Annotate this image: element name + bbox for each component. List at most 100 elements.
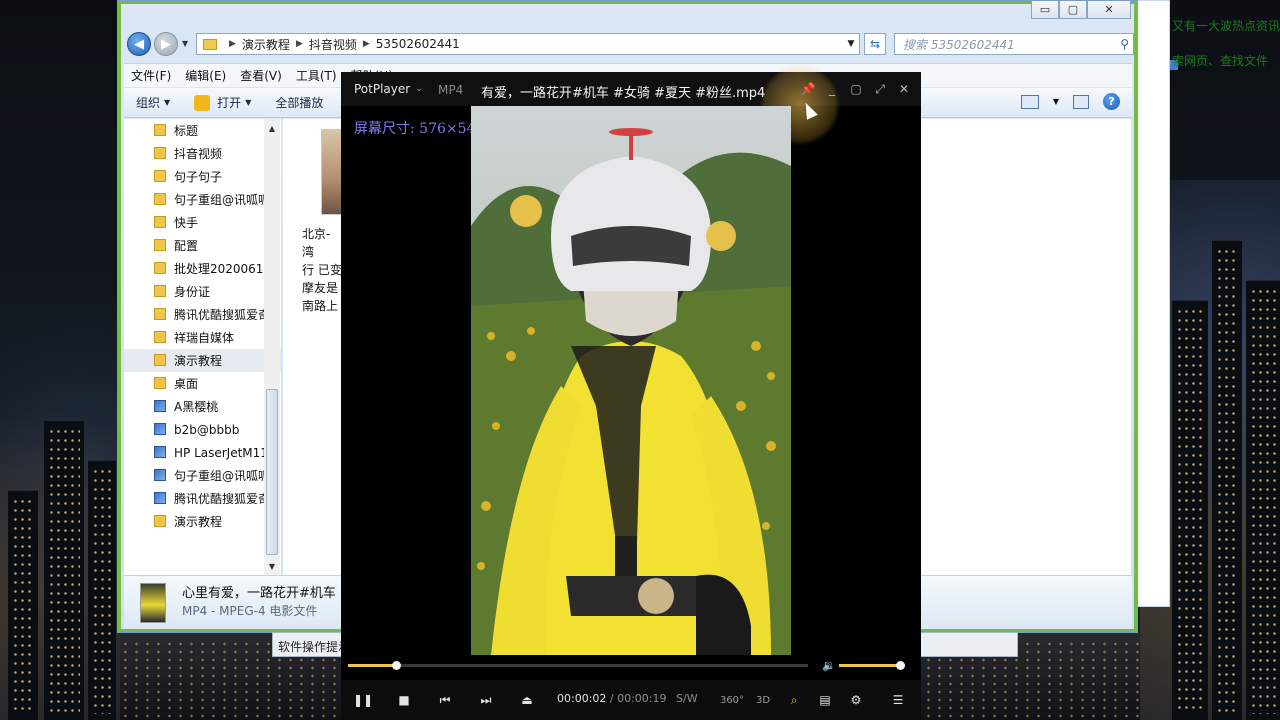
potplayer-window: PotPlayer ⌄ MP4 有爱，一路花开#机车 #女骑 #夏天 #粉丝.m… [341,64,921,720]
window-controls: ▭ ▢ ✕ [1031,1,1131,19]
scrollbar-thumb[interactable] [266,389,278,555]
scroll-down-icon[interactable]: ▼ [264,559,280,573]
maximize-icon[interactable]: ▢ [849,81,863,97]
sidebar-item-label: 桌面 [174,377,199,391]
vr-360-button[interactable]: 360° [720,690,744,710]
recent-pages-dropdown-icon[interactable]: ▼ [182,39,188,48]
sidebar-item[interactable]: 演示教程 [124,510,281,533]
sidebar-item[interactable]: 抖音视频 [124,142,281,165]
previous-button[interactable]: ⏮ [434,690,456,710]
sidebar-item[interactable]: 演示教程 [124,349,281,372]
minimize-button[interactable]: ▭ [1031,1,1059,19]
forward-button[interactable]: ▶ [154,32,178,56]
open-button[interactable]: 打开 ▼ [182,94,263,111]
news-banner-text[interactable]: 又有一大波热点资讯已 [1172,17,1280,34]
breadcrumb-item[interactable]: 演示教程 [242,36,290,53]
pause-button[interactable]: ❚❚ [352,690,374,710]
open-label: 打开 [217,96,242,110]
video-file-thumbnail[interactable] [321,129,343,215]
sw-decoder-badge[interactable]: S/W [676,692,698,705]
refresh-button[interactable]: ⇆ [864,33,886,55]
breadcrumb-separator-icon[interactable]: ▶ [296,39,303,49]
sidebar-item[interactable]: 祥瑞自媒体 [124,326,281,349]
sidebar-item-label: 演示教程 [174,354,223,368]
sidebar-item[interactable]: 句子句子 [124,165,281,188]
search-zoom-icon[interactable]: ⌕ [783,690,805,710]
sidebar-item[interactable]: 批处理20200613 [124,257,281,280]
sidebar-item[interactable]: 身份证 [124,280,281,303]
search-placeholder: 搜索 53502602441 [903,37,1015,52]
seek-handle[interactable] [392,661,402,670]
change-view-icon[interactable] [1020,94,1039,109]
file-name[interactable]: 北京-湾 行 已变 摩友是 南路上 [302,225,342,315]
sidebar-item[interactable]: 快手 [124,211,281,234]
sidebar-item[interactable]: b2b@bbbb [124,418,281,441]
organize-button[interactable]: 组织 ▼ [124,94,182,111]
settings-icon[interactable]: ⚙ [845,690,867,710]
sidebar-item[interactable]: 腾讯优酷搜狐爱奇 [124,303,281,326]
close-icon[interactable]: ✕ [897,81,911,97]
help-icon[interactable]: ? [1103,93,1120,110]
3d-button[interactable]: 3D [752,690,774,710]
volume-handle[interactable] [895,661,905,670]
file-name-line: 南路上 [302,299,339,313]
breadcrumb-separator-icon[interactable]: ▶ [229,39,236,49]
potplayer-menu-button[interactable]: PotPlayer ⌄ [354,82,423,96]
sidebar-item[interactable]: HP LaserJetM11 [124,441,281,464]
volume-icon[interactable]: 🔉 [822,659,836,672]
breadcrumb-separator-icon[interactable]: ▶ [363,39,370,49]
folder-icon [154,170,166,182]
eject-button[interactable]: ⏏ [516,690,538,710]
sidebar-item[interactable]: 桌面 [124,372,281,395]
search-web-link[interactable]: 索网页、查找文件 [1172,52,1268,69]
pin-icon[interactable]: 📌 [801,81,816,97]
shortcut-icon [154,423,166,435]
menu-file[interactable]: 文件(F) [124,67,178,84]
forward-arrow-icon: ▶ [161,36,171,52]
player-title-bar[interactable]: PotPlayer ⌄ MP4 有爱，一路花开#机车 #女骑 #夏天 #粉丝.m… [341,64,921,146]
background-window-text: 又有一大波热点资讯已 索网页、查找文件 [1170,0,1280,80]
sidebar-item-label: b2b@bbbb [174,422,240,437]
minimize-icon[interactable]: _ [825,81,839,97]
menu-view[interactable]: 查看(V) [233,67,289,84]
menu-edit[interactable]: 编辑(E) [178,67,233,84]
sidebar-item-label: HP LaserJetM11 [174,445,268,460]
menu-icon[interactable]: ☰ [887,690,909,710]
video-frame[interactable] [471,106,791,655]
file-name-line: 摩友是 [302,281,339,295]
fullscreen-icon[interactable]: ⤢ [873,81,887,97]
preview-pane-icon[interactable] [1073,94,1089,109]
seek-bar[interactable] [348,661,808,670]
breadcrumb-item[interactable]: 抖音视频 [309,36,357,53]
close-button[interactable]: ✕ [1087,1,1131,19]
folder-icon [154,216,166,228]
scroll-up-icon[interactable]: ▲ [264,121,280,135]
sidebar-item[interactable]: 标题 [124,119,281,142]
folder-icon [154,354,166,366]
volume-slider[interactable] [839,661,905,670]
chevron-down-icon[interactable]: ▼ [1053,97,1059,106]
sidebar-item[interactable]: A黑樱桃 [124,395,281,418]
address-dropdown-icon[interactable]: ▼ [843,34,859,54]
shortcut-icon [154,400,166,412]
menu-tools[interactable]: 工具(T) [289,67,344,84]
nav-scrollbar[interactable]: ▲ ▼ [264,119,280,575]
stop-button[interactable]: ■ [393,690,415,710]
address-bar[interactable]: ▶ 演示教程 ▶ 抖音视频 ▶ 53502602441 ▼ [196,33,860,55]
search-input[interactable]: 搜索 53502602441 ⚲ [894,33,1134,55]
sidebar-item[interactable]: 句子重组@讯呱呱 [124,188,281,211]
search-icon[interactable]: ⚲ [1120,37,1129,51]
breadcrumb-item[interactable]: 53502602441 [376,37,460,51]
sidebar-item[interactable]: 句子重组@讯呱呱 [124,464,281,487]
command-bar-right: ▼ ? [1020,93,1120,110]
back-button[interactable]: ◀ [127,32,151,56]
sidebar-item[interactable]: 配置 [124,234,281,257]
playlist-icon[interactable]: ▤ [814,690,836,710]
video-title: 有爱，一路花开#机车 #女骑 #夏天 #粉丝.mp4 [481,86,766,101]
shortcut-icon [154,469,166,481]
next-button[interactable]: ⏭ [475,690,497,710]
back-arrow-icon: ◀ [134,36,144,52]
play-all-button[interactable]: 全部播放 [263,94,335,111]
sidebar-item[interactable]: 腾讯优酷搜狐爱奇 [124,487,281,510]
maximize-button[interactable]: ▢ [1059,1,1087,19]
